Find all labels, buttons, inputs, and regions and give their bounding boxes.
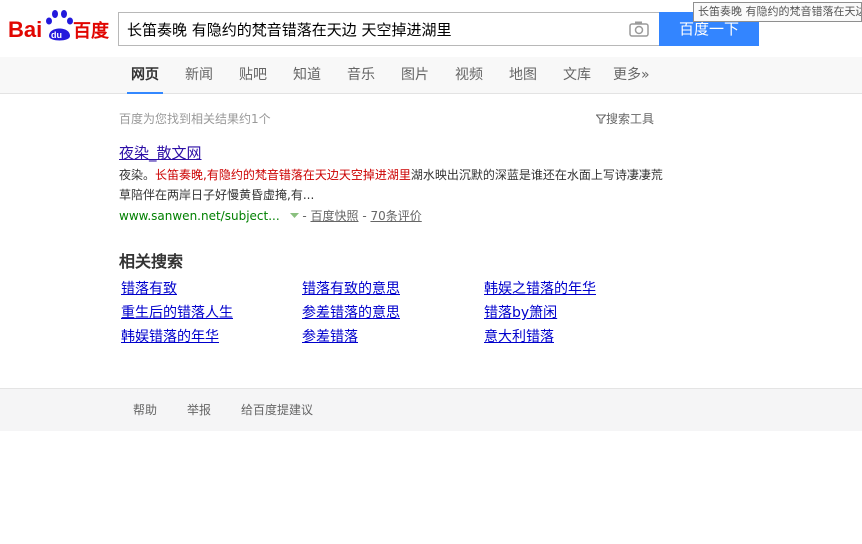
related-search-title: 相关搜索 (119, 252, 184, 271)
tab-zhidao[interactable]: 知道 (293, 57, 321, 94)
svg-text:du: du (51, 30, 62, 40)
related-link[interactable]: 参差错落的意思 (302, 302, 400, 322)
reviews-link[interactable]: 70条评价 (370, 209, 421, 223)
abstract-highlight: 长笛奏晚,有隐约的梵音错落在天边天空掉进湖里 (155, 168, 411, 182)
tab-tieba[interactable]: 贴吧 (239, 57, 267, 94)
footer: 帮助 举报 给百度提建议 (0, 388, 862, 431)
related-link[interactable]: 韩娱错落的年华 (121, 326, 219, 346)
search-box (118, 12, 659, 46)
result-abstract: 夜染。长笛奏晚,有隐约的梵音错落在天边天空掉进湖里湖水映出沉默的深蓝是谁还在水面… (119, 165, 664, 205)
footer-report-link[interactable]: 举报 (187, 389, 211, 431)
footer-help-link[interactable]: 帮助 (133, 389, 157, 431)
result-count: 百度为您找到相关结果约1个 (119, 112, 271, 126)
tab-news[interactable]: 新闻 (185, 57, 213, 94)
search-tools-label: 搜索工具 (606, 112, 655, 126)
tab-images[interactable]: 图片 (401, 57, 429, 94)
nav-bar: 网页 新闻 贴吧 知道 音乐 图片 视频 地图 文库 更多» (0, 57, 862, 94)
result-url[interactable]: www.sanwen.net/subject... (119, 209, 280, 223)
svg-text:Bai: Bai (8, 17, 42, 42)
result-url-line: www.sanwen.net/subject... - 百度快照 - 70条评价 (119, 207, 422, 224)
related-link[interactable]: 韩娱之错落的年华 (484, 278, 596, 298)
header: Bai du 百度 百度一下 长笛奏晚 有隐约的梵音错落在天边 (0, 0, 862, 57)
search-input[interactable] (127, 13, 617, 45)
tab-video[interactable]: 视频 (455, 57, 483, 94)
related-link[interactable]: 错落by箫闲 (484, 302, 557, 322)
filter-icon (595, 114, 607, 124)
svg-text:百度: 百度 (73, 20, 110, 42)
related-link[interactable]: 错落有致的意思 (302, 278, 400, 298)
camera-icon[interactable] (629, 21, 649, 37)
related-link[interactable]: 错落有致 (121, 278, 177, 298)
abstract-prefix: 夜染。 (119, 168, 156, 182)
dropdown-arrow-icon[interactable] (289, 213, 299, 219)
related-link[interactable]: 重生后的错落人生 (121, 302, 233, 322)
footer-feedback-link[interactable]: 给百度提建议 (241, 389, 313, 431)
tooltip: 长笛奏晚 有隐约的梵音错落在天边 (693, 2, 862, 22)
tab-map[interactable]: 地图 (509, 57, 537, 94)
tab-web[interactable]: 网页 (127, 57, 163, 94)
separator: - (358, 209, 371, 223)
baidu-logo[interactable]: Bai du 百度 (8, 8, 110, 44)
tab-music[interactable]: 音乐 (347, 57, 375, 94)
related-link[interactable]: 参差错落 (302, 326, 358, 346)
result-title-link[interactable]: 夜染_散文网 (119, 142, 202, 163)
tab-more[interactable]: 更多» (613, 57, 650, 94)
related-link[interactable]: 意大利错落 (484, 326, 554, 346)
snapshot-link[interactable]: 百度快照 (310, 209, 358, 223)
tab-wenku[interactable]: 文库 (563, 57, 591, 94)
search-tools-button[interactable]: 搜索工具 (595, 110, 655, 127)
